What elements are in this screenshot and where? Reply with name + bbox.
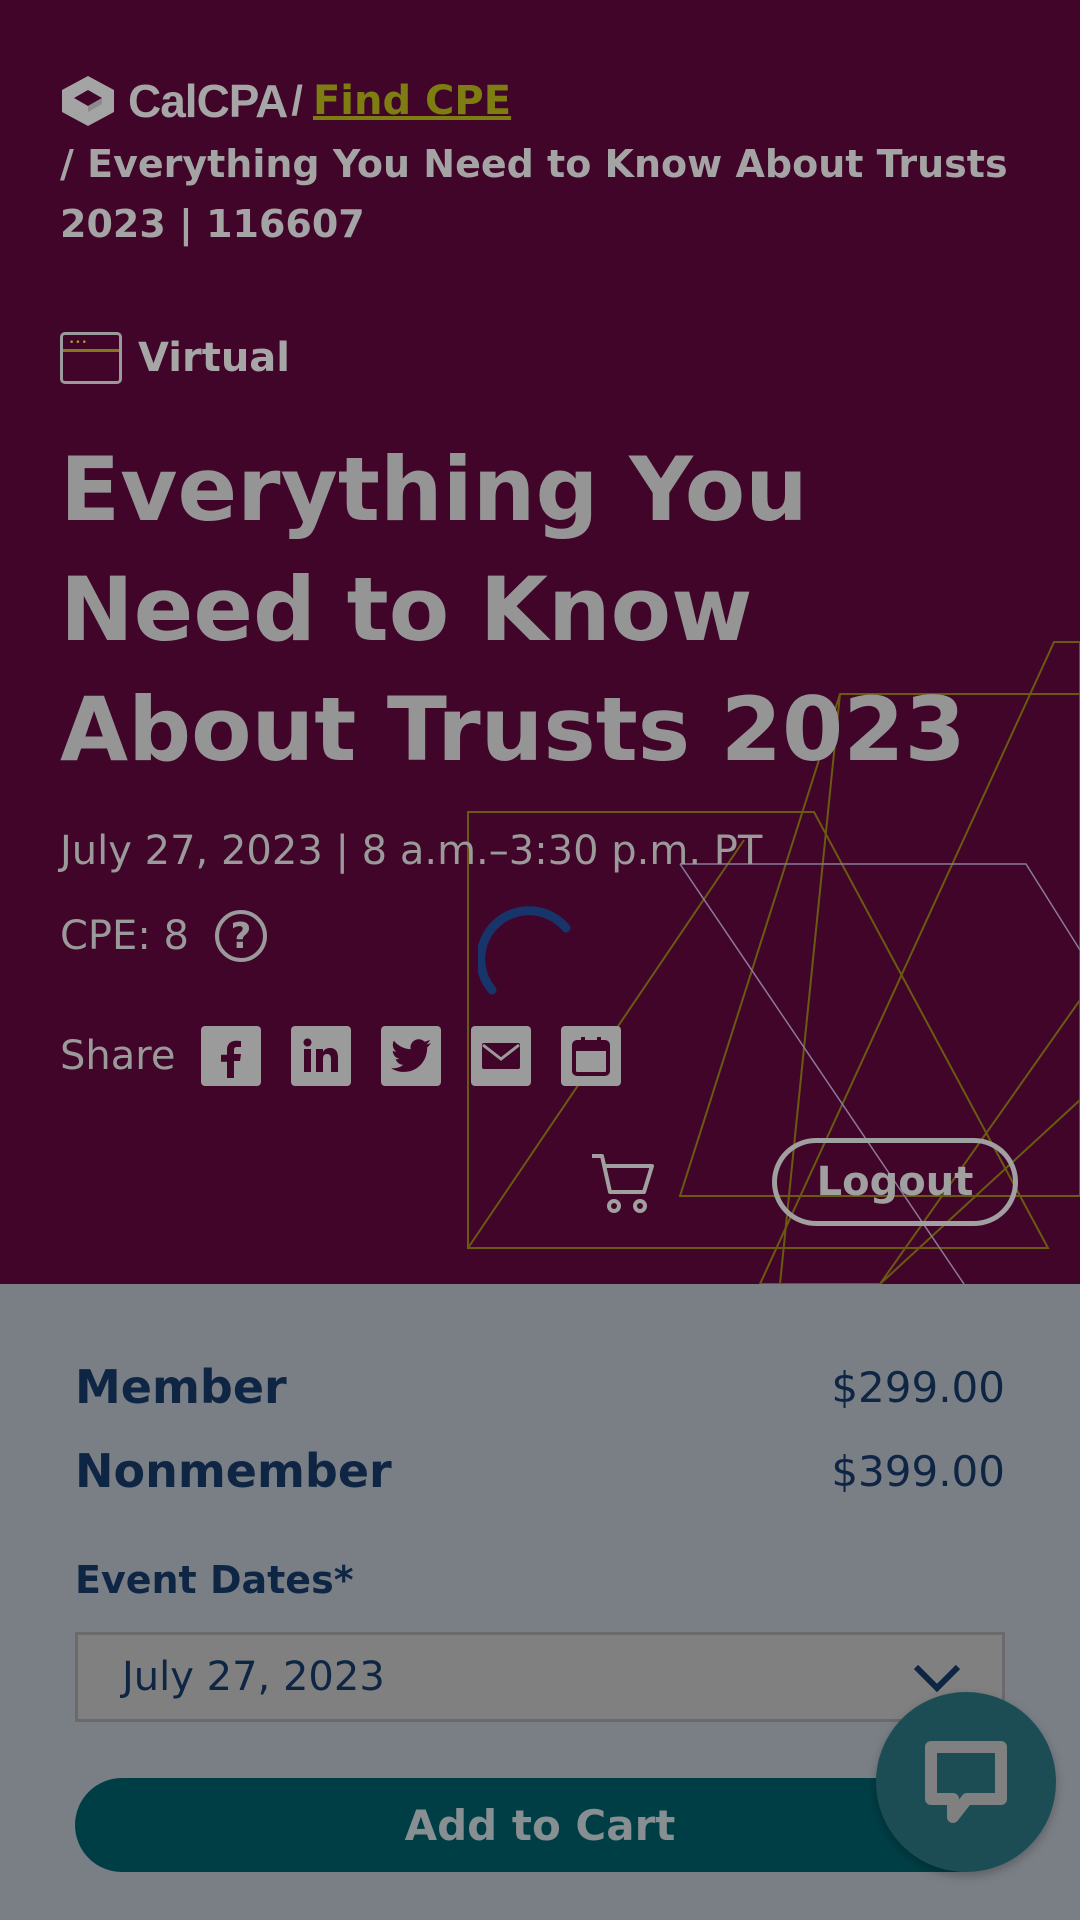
event-title: Everything You Need to Know About Trusts… bbox=[60, 438, 966, 781]
breadcrumb: CalCPA / Find CPE / Everything You Need … bbox=[60, 74, 1020, 254]
nonmember-price-row: Nonmember $399.00 bbox=[75, 1444, 1005, 1498]
add-to-cart-button[interactable]: Add to Cart bbox=[75, 1778, 1005, 1872]
event-dates-label: Event Dates* bbox=[75, 1558, 354, 1602]
member-price-row: Member $299.00 bbox=[75, 1360, 1005, 1414]
add-to-calendar-button[interactable] bbox=[561, 1026, 622, 1086]
share-facebook-button[interactable] bbox=[201, 1026, 262, 1086]
cpe-label: CPE: 8 bbox=[60, 913, 189, 959]
chat-widget-button[interactable] bbox=[876, 1692, 1056, 1872]
event-hero: CalCPA / Find CPE / Everything You Need … bbox=[0, 0, 1080, 1284]
chat-bubble-icon bbox=[925, 1741, 1007, 1823]
chevron-down-icon bbox=[913, 1664, 961, 1692]
nonmember-price: $399.00 bbox=[831, 1446, 1005, 1496]
twitter-icon bbox=[391, 1039, 432, 1072]
breadcrumb-find-cpe-link[interactable]: Find CPE bbox=[313, 78, 511, 124]
event-format-badge: ••• Virtual bbox=[60, 332, 290, 384]
email-icon bbox=[482, 1043, 521, 1069]
help-icon[interactable]: ? bbox=[214, 910, 267, 962]
cpe-credits: CPE: 8 ? bbox=[60, 910, 267, 962]
loading-spinner-icon bbox=[478, 906, 571, 995]
calendar-icon bbox=[572, 1037, 611, 1076]
logout-button[interactable]: Logout bbox=[772, 1138, 1018, 1226]
share-linkedin-button[interactable] bbox=[291, 1026, 352, 1086]
member-label: Member bbox=[75, 1360, 287, 1414]
member-price: $299.00 bbox=[831, 1362, 1005, 1412]
shopping-cart-icon[interactable] bbox=[590, 1152, 656, 1216]
nonmember-label: Nonmember bbox=[75, 1444, 392, 1498]
share-email-button[interactable] bbox=[471, 1026, 532, 1086]
event-date-selected-value: July 27, 2023 bbox=[122, 1654, 385, 1700]
linkedin-icon bbox=[303, 1038, 339, 1072]
share-twitter-button[interactable] bbox=[381, 1026, 442, 1086]
breadcrumb-separator: / bbox=[291, 77, 303, 124]
event-date-select[interactable]: July 27, 2023 bbox=[75, 1632, 1005, 1722]
calcpa-logo-text[interactable]: CalCPA bbox=[128, 74, 288, 128]
share-label: Share bbox=[60, 1033, 176, 1079]
browser-window-icon: ••• bbox=[60, 332, 122, 384]
event-format-label: Virtual bbox=[138, 335, 290, 381]
breadcrumb-current-page: / Everything You Need to Know About Trus… bbox=[60, 142, 1008, 246]
event-datetime: July 27, 2023 | 8 a.m.–3:30 p.m. PT bbox=[60, 828, 763, 874]
facebook-icon bbox=[221, 1040, 242, 1078]
share-bar: Share bbox=[60, 1026, 651, 1086]
calcpa-logo-icon[interactable] bbox=[60, 74, 116, 128]
